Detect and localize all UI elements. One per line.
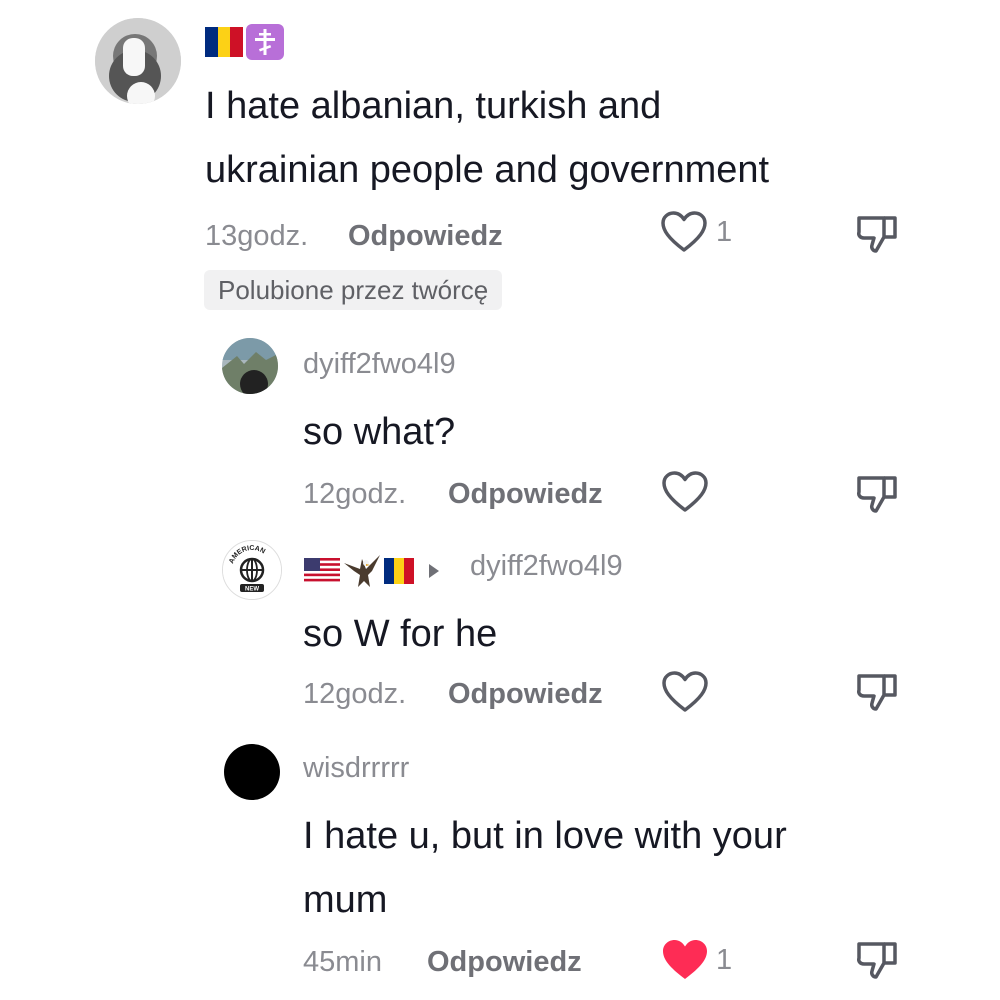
reply-timestamp: 45min: [303, 946, 382, 978]
reply-to-username[interactable]: dyiff2fwo4l9: [470, 550, 623, 583]
eagle-icon: [342, 553, 382, 589]
reply-timestamp: 12godz.: [303, 478, 407, 510]
like-count: 1: [716, 216, 733, 248]
dislike-button[interactable]: [854, 210, 900, 256]
like-button[interactable]: [661, 938, 709, 982]
like-button[interactable]: [661, 670, 709, 714]
romania-flag-icon: [384, 558, 414, 584]
like-button[interactable]: [661, 470, 709, 514]
reply-timestamp: 12godz.: [303, 678, 407, 710]
reply-author-avatar[interactable]: [222, 338, 278, 394]
thumbs-down-icon: [857, 942, 897, 979]
dislike-button[interactable]: [854, 668, 900, 714]
reply-username[interactable]: wisdrrrrr: [303, 752, 409, 785]
thumbs-down-icon: [857, 216, 897, 253]
comment-text-line-2: ukrainian people and government: [205, 149, 770, 191]
comment-author-avatar[interactable]: [95, 18, 181, 104]
reply-username[interactable]: dyiff2fwo4l9: [303, 348, 456, 381]
dislike-button[interactable]: [854, 470, 900, 516]
heart-outline-icon: [662, 671, 708, 712]
reply-button[interactable]: Odpowiedz: [448, 678, 603, 711]
reply-text-line-2: mum: [303, 879, 388, 921]
dislike-button[interactable]: [854, 936, 900, 982]
comment-timestamp: 13godz.: [205, 220, 309, 252]
logo-bottom-text: NEW: [245, 587, 259, 593]
like-count: 1: [716, 944, 733, 976]
liked-by-creator-badge: Polubione przez twórcę: [204, 270, 503, 310]
comment-text-line-1: I hate albanian, turkish and: [205, 85, 662, 127]
heart-filled-icon: [663, 940, 707, 979]
reply-button[interactable]: Odpowiedz: [427, 946, 582, 979]
reply-arrow-icon: [426, 562, 442, 580]
thumbs-down-icon: [857, 674, 897, 711]
reply-author-avatar[interactable]: [224, 744, 280, 800]
reply-text-line-1: I hate u, but in love with your: [303, 815, 787, 857]
reply-button[interactable]: Odpowiedz: [448, 478, 603, 511]
reply-text: so W for he: [303, 613, 498, 655]
orthodox-cross-icon: [246, 24, 284, 60]
like-button[interactable]: [660, 210, 708, 254]
reply-author-avatar[interactable]: AMERICAN NEW: [222, 540, 282, 600]
romania-flag-icon: [205, 27, 243, 57]
reply-button[interactable]: Odpowiedz: [348, 220, 503, 253]
heart-outline-icon: [662, 471, 708, 512]
author-flags: [205, 24, 284, 60]
heart-outline-icon: [661, 211, 707, 252]
usa-flag-icon: [304, 558, 340, 584]
reply-author-flags: [304, 553, 442, 589]
reply-text: so what?: [303, 411, 456, 453]
thumbs-down-icon: [857, 476, 897, 513]
